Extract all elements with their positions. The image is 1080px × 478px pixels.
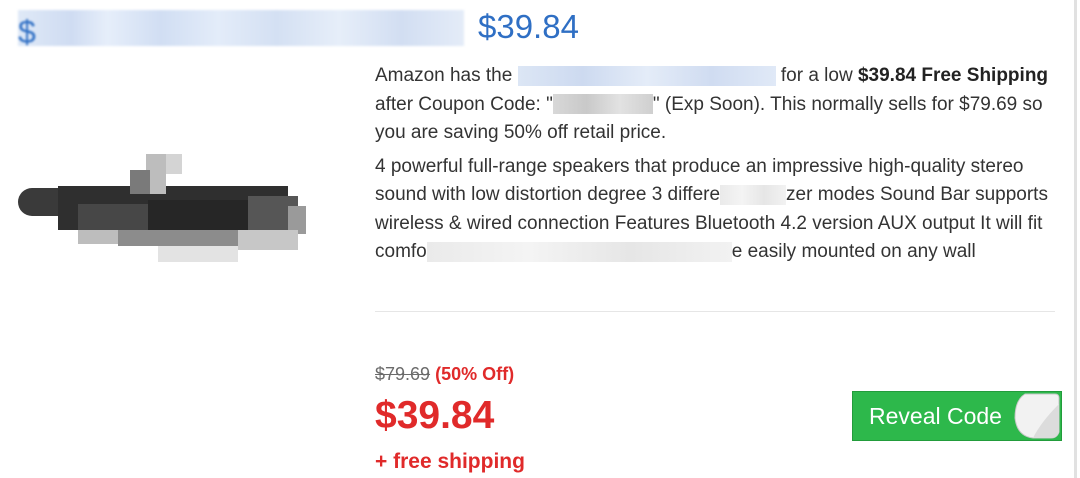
divider [375, 311, 1055, 312]
redacted-coupon-code [552, 94, 653, 115]
reveal-code-label: Reveal Code [869, 403, 1002, 429]
deal-card: $ $39.84 Amazon has the for a low $39.84… [0, 0, 1077, 478]
title-price[interactable]: $39.84 [478, 7, 579, 47]
deal-highlight: $39.84 Free Shipping [857, 65, 1049, 86]
shipping-note: + free shipping [375, 450, 525, 473]
peel-corner-icon [1014, 393, 1060, 439]
redacted-product-link[interactable] [517, 65, 776, 86]
title-dollar-fragment: $ [18, 14, 36, 50]
redacted-text [720, 184, 787, 205]
redacted-text [426, 241, 732, 262]
description-paragraph-2: 4 powerful full-range speakers that prod… [375, 155, 1048, 263]
original-price-row: $79.69 (50% Off) [375, 362, 514, 386]
blurred-title[interactable]: $ [18, 10, 464, 50]
deal-description: Amazon has the for a low $39.84 Free Shi… [375, 62, 1055, 267]
discount-percent: (50% Off) [435, 364, 515, 384]
description-paragraph-1: Amazon has the for a low $39.84 Free Shi… [375, 65, 1049, 143]
sale-price: $39.84 [375, 394, 495, 437]
reveal-code-button[interactable]: Reveal Code [852, 391, 1062, 441]
product-image[interactable] [18, 140, 318, 280]
original-price: $79.69 [375, 364, 431, 384]
